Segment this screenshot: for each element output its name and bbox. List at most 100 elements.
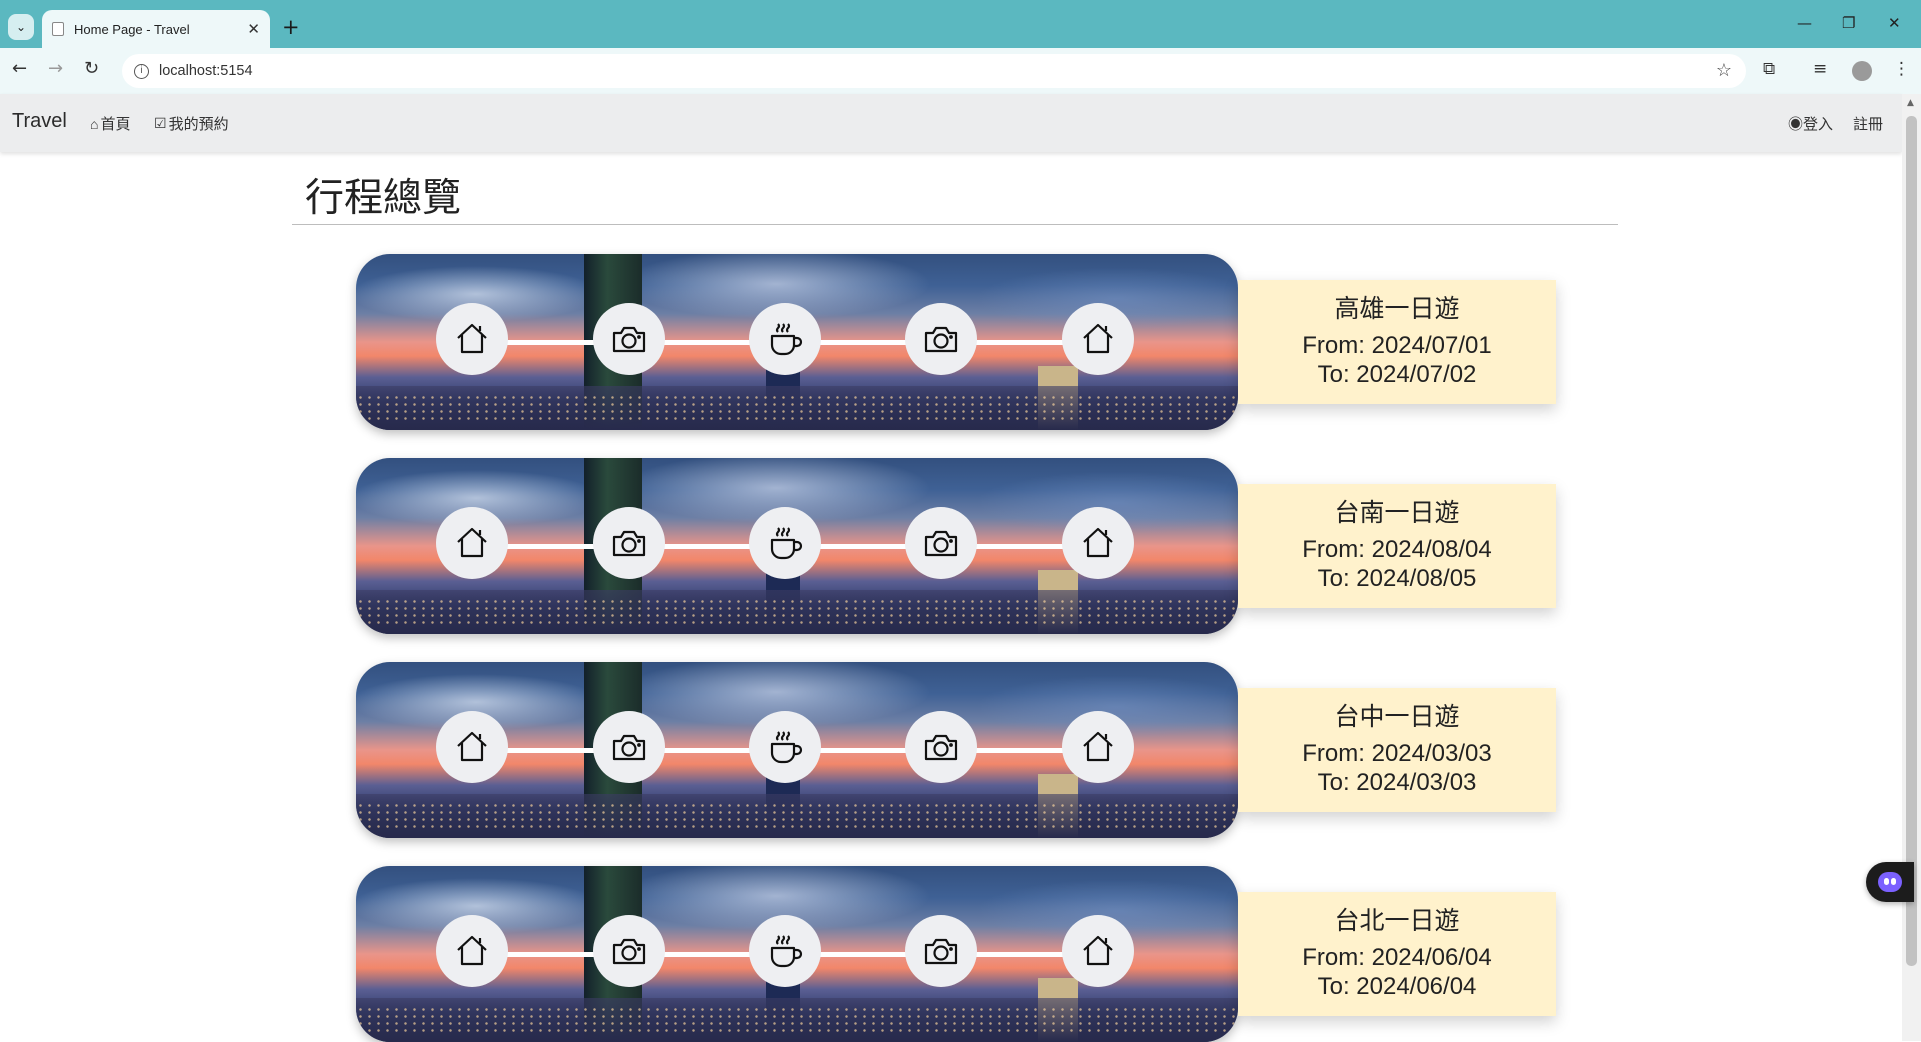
reload-icon[interactable]: ↻: [84, 58, 99, 79]
trip-item[interactable]: 台中一日遊 From: 2024/03/03 To: 2024/03/03: [356, 662, 1556, 838]
itinerary-stop[interactable]: [1062, 915, 1134, 987]
nav-home-link[interactable]: ⌂ 首頁: [90, 113, 130, 134]
itinerary-stop[interactable]: [749, 507, 821, 579]
itinerary-stop[interactable]: [749, 303, 821, 375]
trip-banner-image[interactable]: [356, 866, 1238, 1042]
itinerary-stop[interactable]: [905, 303, 977, 375]
tab-search-button[interactable]: ⌄: [8, 14, 34, 40]
house-icon: [1078, 727, 1118, 767]
itinerary-stop[interactable]: [1062, 507, 1134, 579]
trip-banner-image[interactable]: [356, 458, 1238, 634]
trip-to: To: 2024/08/05: [1317, 565, 1477, 592]
page-title: 行程總覽: [305, 176, 462, 221]
trip-info-card[interactable]: 台中一日遊 From: 2024/03/03 To: 2024/03/03: [1238, 688, 1556, 812]
nav-my-bookings-label: 我的預約: [168, 116, 229, 133]
minimize-button[interactable]: —: [1797, 14, 1812, 32]
itinerary-stop[interactable]: [436, 711, 508, 783]
menu-kebab-icon[interactable]: ⋮: [1893, 59, 1910, 79]
user-circle-icon: ◉: [1788, 116, 1804, 133]
browser-toolbar: ← → ↻ i localhost:5154 ☆ ⧉ ≡ ⋮: [0, 48, 1921, 94]
house-icon: [452, 319, 492, 359]
trip-name: 台北一日遊: [1334, 906, 1460, 935]
media-control-icon[interactable]: ≡: [1813, 59, 1827, 79]
trip-name: 高雄一日遊: [1334, 294, 1460, 323]
coffee-icon: [765, 931, 805, 971]
trip-to: To: 2024/03/03: [1317, 769, 1477, 796]
forward-arrow-icon[interactable]: →: [48, 58, 63, 79]
banner-city-lights: [356, 394, 1238, 424]
itinerary-stop[interactable]: [593, 915, 665, 987]
scroll-up-icon[interactable]: ▲: [1907, 98, 1914, 108]
calendar-check-icon: ☑: [154, 115, 167, 131]
banner-city-lights: [356, 1006, 1238, 1036]
house-icon: ⌂: [90, 115, 99, 132]
house-icon: [1078, 931, 1118, 971]
bookmark-star-icon[interactable]: ☆: [1716, 60, 1732, 81]
trip-info-card[interactable]: 高雄一日遊 From: 2024/07/01 To: 2024/07/02: [1238, 280, 1556, 404]
scrollbar-thumb[interactable]: [1906, 116, 1917, 966]
login-label: 登入: [1803, 116, 1834, 133]
banner-city-lights: [356, 598, 1238, 628]
itinerary-stop[interactable]: [1062, 711, 1134, 783]
itinerary-stop[interactable]: [436, 303, 508, 375]
house-icon: [452, 523, 492, 563]
coffee-icon: [765, 319, 805, 359]
trip-banner-image[interactable]: [356, 254, 1238, 430]
trip-item[interactable]: 高雄一日遊 From: 2024/07/01 To: 2024/07/02: [356, 254, 1556, 430]
itinerary-stop[interactable]: [593, 507, 665, 579]
trip-to: To: 2024/06/04: [1317, 973, 1477, 1000]
camera-icon: [921, 931, 961, 971]
itinerary-stop[interactable]: [905, 507, 977, 579]
url-text: localhost:5154: [159, 63, 253, 79]
itinerary-stop[interactable]: [749, 915, 821, 987]
nav-home-label: 首頁: [100, 116, 131, 133]
house-icon: [1078, 523, 1118, 563]
camera-icon: [921, 727, 961, 767]
camera-icon: [921, 523, 961, 563]
trip-banner-image[interactable]: [356, 662, 1238, 838]
back-arrow-icon[interactable]: ←: [12, 58, 27, 79]
tab-title: Home Page - Travel: [74, 21, 190, 37]
browser-tab[interactable]: Home Page - Travel ✕: [42, 10, 270, 48]
trip-from: From: 2024/03/03: [1302, 740, 1492, 767]
camera-icon: [609, 931, 649, 971]
itinerary-stop[interactable]: [905, 711, 977, 783]
browser-tabstrip: ⌄ Home Page - Travel ✕ + — ❐ ✕: [0, 0, 1921, 48]
itinerary-stop[interactable]: [593, 303, 665, 375]
trip-info-card[interactable]: 台南一日遊 From: 2024/08/04 To: 2024/08/05: [1238, 484, 1556, 608]
itinerary-stop[interactable]: [1062, 303, 1134, 375]
trip-from: From: 2024/08/04: [1302, 536, 1492, 563]
itinerary-stop[interactable]: [749, 711, 821, 783]
house-icon: [452, 727, 492, 767]
coffee-icon: [765, 727, 805, 767]
tab-close-icon[interactable]: ✕: [247, 20, 260, 38]
bot-face-icon: [1878, 872, 1902, 892]
house-icon: [452, 931, 492, 971]
camera-icon: [609, 523, 649, 563]
house-icon: [1078, 319, 1118, 359]
nav-my-bookings-link[interactable]: ☑ 我的預約: [154, 113, 229, 134]
trip-item[interactable]: 台北一日遊 From: 2024/06/04 To: 2024/06/04: [356, 866, 1556, 1042]
login-link[interactable]: ◉登入: [1788, 113, 1833, 134]
restore-button[interactable]: ❐: [1842, 14, 1855, 32]
trip-info-card[interactable]: 台北一日遊 From: 2024/06/04 To: 2024/06/04: [1238, 892, 1556, 1016]
itinerary-stop[interactable]: [436, 915, 508, 987]
itinerary-stop[interactable]: [593, 711, 665, 783]
trip-item[interactable]: 台南一日遊 From: 2024/08/04 To: 2024/08/05: [356, 458, 1556, 634]
app-navbar: Travel ⌂ 首頁 ☑ 我的預約 ◉登入 註冊: [0, 94, 1902, 152]
trip-from: From: 2024/06/04: [1302, 944, 1492, 971]
brand-link[interactable]: Travel: [12, 110, 67, 133]
assistant-bot-button[interactable]: [1866, 862, 1914, 902]
extensions-icon[interactable]: ⧉: [1763, 59, 1775, 79]
camera-icon: [609, 319, 649, 359]
close-window-button[interactable]: ✕: [1888, 14, 1901, 32]
itinerary-stop[interactable]: [436, 507, 508, 579]
trip-name: 台中一日遊: [1334, 702, 1460, 731]
trip-from: From: 2024/07/01: [1302, 332, 1492, 359]
register-link[interactable]: 註冊: [1853, 113, 1883, 134]
itinerary-stop[interactable]: [905, 915, 977, 987]
profile-avatar[interactable]: [1852, 61, 1872, 81]
address-bar[interactable]: i localhost:5154 ☆: [122, 54, 1746, 88]
site-info-icon[interactable]: i: [134, 63, 149, 79]
new-tab-button[interactable]: +: [282, 15, 300, 39]
